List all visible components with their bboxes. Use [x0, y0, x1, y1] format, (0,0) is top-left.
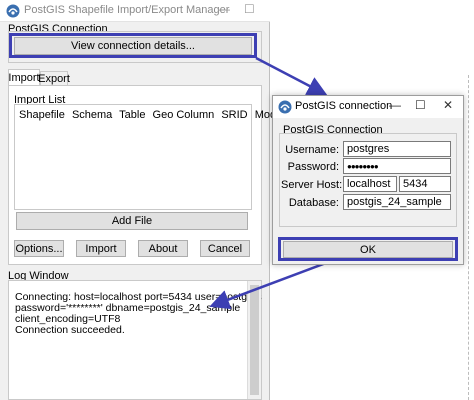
column-geo-column[interactable]: Geo Column [153, 109, 215, 121]
cancel-button[interactable]: Cancel [200, 240, 250, 257]
close-icon[interactable]: ✕ [443, 98, 453, 112]
main-window-title: PostGIS Shapefile Import/Export Manager [24, 4, 230, 16]
about-button[interactable]: About [138, 240, 188, 257]
canvas-separator [468, 75, 469, 400]
maximize-icon[interactable]: ☐ [415, 98, 426, 112]
column-table[interactable]: Table [119, 109, 145, 121]
import-list[interactable]: Shapefile Schema Table Geo Column SRID M… [14, 104, 306, 210]
username-label: Username: [285, 144, 339, 156]
log-window[interactable]: Connecting: host=localhost port=5434 use… [8, 280, 262, 400]
postgis-app-icon [6, 4, 20, 18]
main-title-bar: PostGIS Shapefile Import/Export Manager … [0, 0, 270, 22]
options-button[interactable]: Options... [14, 240, 64, 257]
main-window: PostGIS Shapefile Import/Export Manager … [0, 0, 306, 400]
connection-dialog: PostGIS connection — ☐ ✕ PostGIS Connect… [272, 95, 464, 265]
password-field[interactable]: ●●●●●●●● [343, 158, 451, 174]
postgis-app-icon [278, 100, 292, 114]
server-host-field[interactable]: localhost [343, 176, 397, 192]
dialog-title-bar: PostGIS connection — ☐ ✕ [273, 96, 463, 118]
column-srid[interactable]: SRID [221, 109, 247, 121]
import-button[interactable]: Import [76, 240, 126, 257]
column-shapefile[interactable]: Shapefile [19, 109, 65, 121]
add-file-button[interactable]: Add File [16, 212, 248, 230]
maximize-icon[interactable]: ☐ [244, 2, 255, 16]
password-label: Password: [287, 161, 339, 173]
username-field[interactable]: postgres [343, 141, 451, 157]
database-field[interactable]: postgis_24_sample [343, 194, 451, 210]
server-host-label: Server Host: [281, 179, 343, 191]
dialog-title: PostGIS connection [295, 100, 393, 112]
database-label: Database: [288, 197, 339, 209]
view-connection-highlight [9, 33, 257, 58]
log-line: Connection succeeded. [15, 324, 125, 336]
port-field[interactable]: 5434 [399, 176, 451, 192]
tab-import[interactable]: Import [8, 69, 40, 86]
tab-export[interactable]: Export [38, 71, 70, 86]
import-list-columns: Shapefile Schema Table Geo Column SRID M… [19, 109, 310, 121]
log-scrollbar[interactable] [247, 281, 261, 399]
log-scroll-thumb[interactable] [250, 285, 259, 395]
minimize-icon[interactable]: — [389, 98, 401, 112]
ok-button-highlight [278, 237, 458, 261]
minimize-icon[interactable]: — [218, 2, 230, 16]
column-schema[interactable]: Schema [72, 109, 112, 121]
